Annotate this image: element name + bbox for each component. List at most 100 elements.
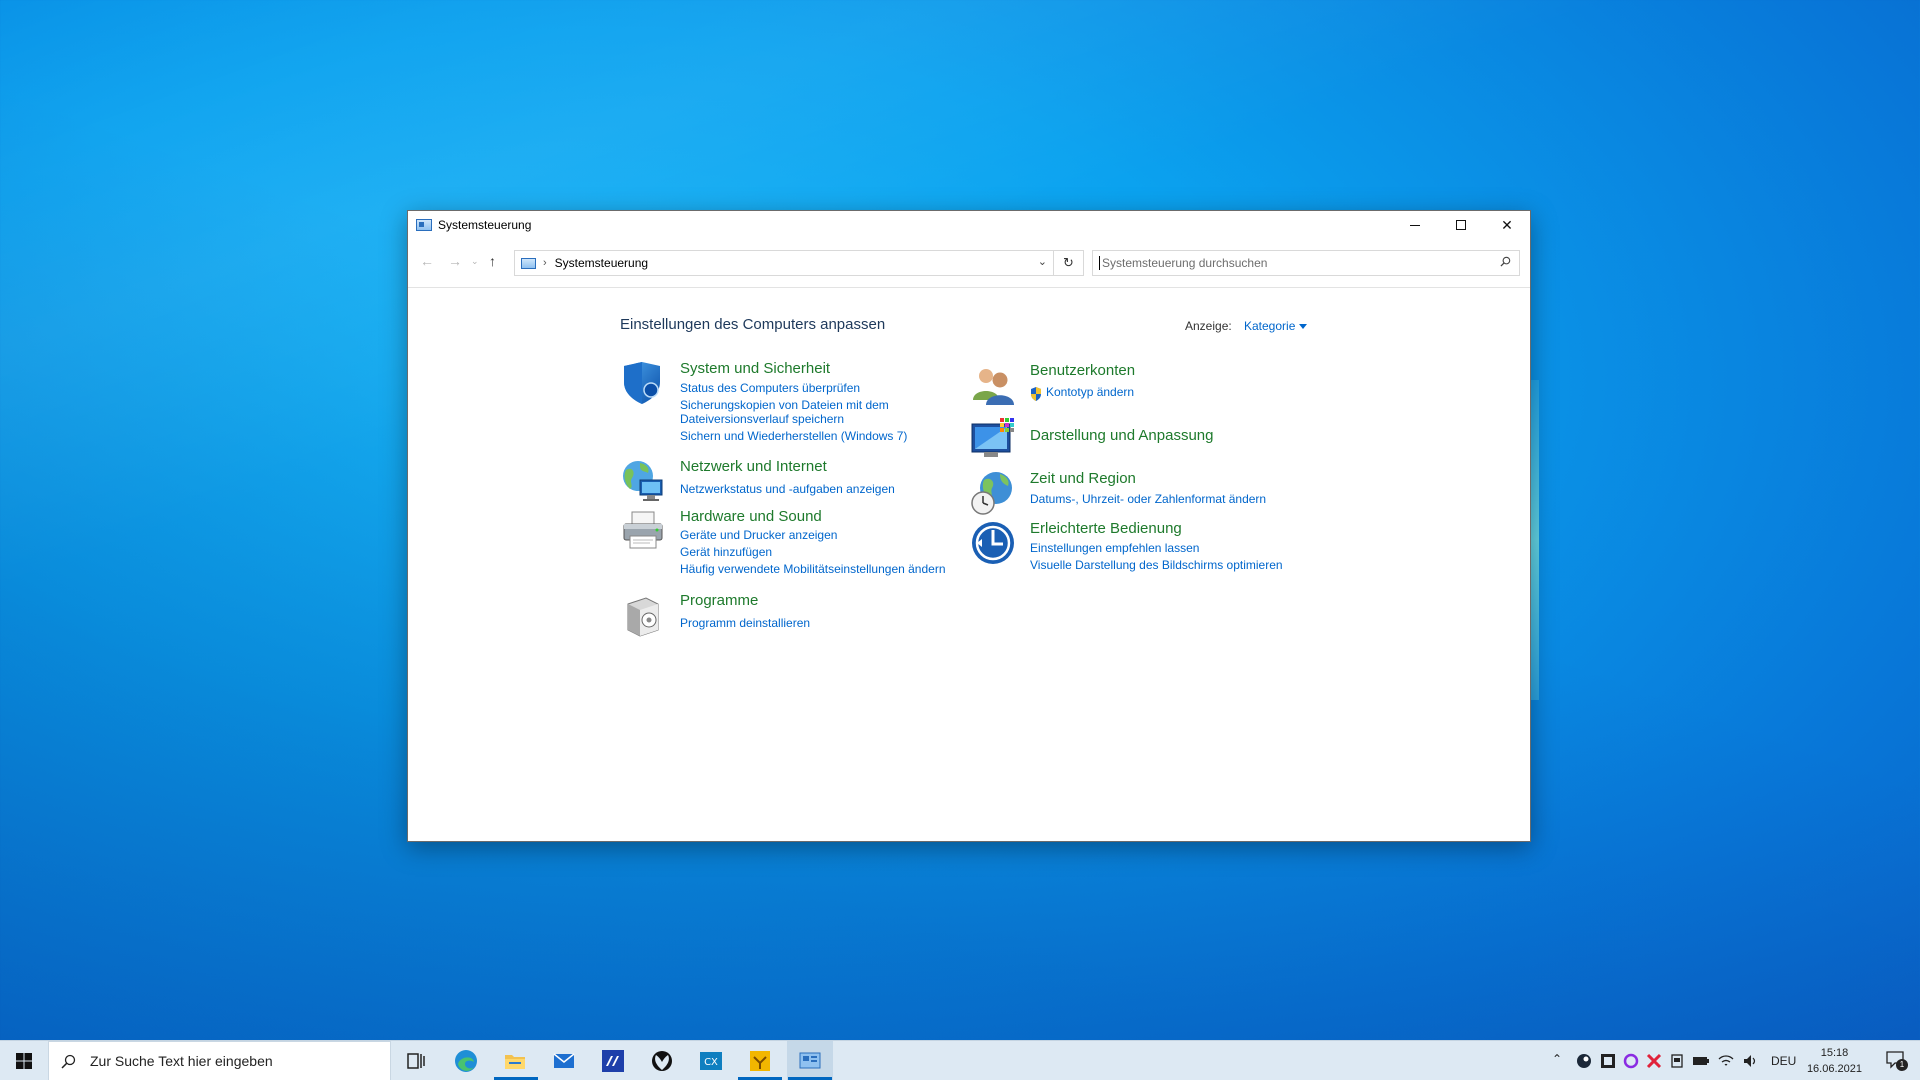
up-button[interactable]: ↑ — [489, 253, 496, 269]
red-tray-icon[interactable] — [1646, 1053, 1662, 1069]
network-globe-icon[interactable] — [620, 458, 666, 504]
notification-center-button[interactable]: 1 — [1886, 1051, 1908, 1071]
forward-button[interactable]: → — [448, 253, 462, 269]
recent-locations-chevron-icon[interactable]: ⌄ — [471, 256, 479, 267]
input-language[interactable]: DEU — [1771, 1054, 1796, 1080]
uac-shield-icon — [1031, 387, 1041, 401]
battery-icon[interactable] — [1692, 1053, 1710, 1069]
cx-app-icon[interactable]: CX — [699, 1049, 723, 1073]
view-by-dropdown[interactable]: Kategorie — [1244, 319, 1308, 333]
category-system-security: System und Sicherheit Status des Compute… — [620, 360, 950, 450]
link-change-account-type[interactable]: Kontotyp ändern — [1046, 385, 1134, 399]
app-blue-icon[interactable] — [601, 1049, 625, 1073]
link-backup-restore[interactable]: Sichern und Wiederherstellen (Windows 7) — [680, 429, 907, 443]
link-add-device[interactable]: Gerät hinzufügen — [680, 545, 772, 559]
file-explorer-icon[interactable] — [503, 1049, 527, 1073]
clock-date[interactable]: 16.06.2021 — [1807, 1061, 1862, 1077]
breadcrumb-systemsteuerung[interactable]: Systemsteuerung — [555, 256, 648, 270]
link-network-status[interactable]: Netzwerkstatus und -aufgaben anzeigen — [680, 482, 895, 496]
ring-tray-icon[interactable] — [1623, 1053, 1639, 1069]
link-date-time-format[interactable]: Datums-, Uhrzeit- oder Zahlenformat ände… — [1030, 492, 1266, 506]
link-devices-printers[interactable]: Geräte und Drucker anzeigen — [680, 528, 837, 542]
refresh-icon: ↻ — [1063, 255, 1074, 270]
windows-logo-icon — [16, 1053, 32, 1069]
device-tray-icon[interactable] — [1669, 1053, 1685, 1069]
time-region-globe-icon[interactable] — [970, 470, 1016, 516]
link-mobility-settings[interactable]: Häufig verwendete Mobilitätseinstellunge… — [680, 562, 946, 576]
minimize-button[interactable] — [1392, 211, 1438, 239]
category-title-user-accounts[interactable]: Benutzerkonten — [1030, 362, 1135, 379]
user-accounts-icon[interactable] — [970, 362, 1016, 408]
ease-of-access-icon[interactable] — [970, 520, 1016, 566]
xbox-icon[interactable] — [650, 1049, 674, 1073]
maximize-button[interactable] — [1438, 211, 1484, 239]
wifi-icon[interactable] — [1718, 1053, 1734, 1069]
taskbar-search[interactable]: Zur Suche Text hier eingeben — [48, 1041, 391, 1080]
window-title: Systemsteuerung — [438, 218, 532, 232]
minimize-icon — [1410, 224, 1420, 226]
page-title: Einstellungen des Computers anpassen — [620, 316, 886, 333]
category-appearance: Darstellung und Anpassung — [970, 416, 1300, 462]
category-network-internet: Netzwerk und Internet Netzwerkstatus und… — [620, 458, 950, 504]
link-optimize-display[interactable]: Visuelle Darstellung des Bildschirms opt… — [1030, 558, 1283, 572]
svg-text:CX: CX — [704, 1057, 718, 1068]
control-panel-taskbar-icon[interactable] — [798, 1049, 822, 1073]
mail-icon[interactable] — [552, 1049, 576, 1073]
category-title-hardware-sound[interactable]: Hardware und Sound — [680, 508, 822, 525]
close-icon: ✕ — [1501, 216, 1513, 233]
tray-app-icon[interactable] — [1600, 1053, 1616, 1069]
close-button[interactable]: ✕ — [1484, 211, 1530, 239]
category-title-ease-of-access[interactable]: Erleichterte Bedienung — [1030, 520, 1182, 537]
search-input[interactable] — [1099, 256, 1479, 270]
appearance-monitor-icon[interactable] — [970, 416, 1016, 462]
clock[interactable]: 15:18 16.06.2021 — [1807, 1045, 1862, 1077]
category-time-region: Zeit und Region Datums-, Uhrzeit- oder Z… — [970, 470, 1300, 516]
category-programs: Programme Programm deinstallieren — [620, 592, 950, 638]
category-ease-of-access: Erleichterte Bedienung Einstellungen emp… — [970, 520, 1300, 572]
link-uninstall-program[interactable]: Programm deinstallieren — [680, 616, 810, 630]
programs-icon[interactable] — [620, 592, 666, 638]
control-panel-window: Systemsteuerung ✕ ← → ⌄ ↑ › Systemsteuer… — [407, 210, 1531, 842]
notification-badge: 1 — [1896, 1059, 1908, 1071]
edge-icon[interactable] — [454, 1049, 478, 1073]
address-dropdown-chevron-icon[interactable]: ⌄ — [1038, 255, 1047, 268]
link-recommend-settings[interactable]: Einstellungen empfehlen lassen — [1030, 541, 1199, 555]
control-panel-icon — [416, 219, 432, 231]
content-area: Einstellungen des Computers anpassen Anz… — [408, 287, 1530, 841]
printer-icon[interactable] — [620, 508, 666, 554]
show-hidden-icons-chevron-icon[interactable]: ⌃ — [1552, 1052, 1562, 1080]
taskbar-search-icon — [61, 1054, 76, 1069]
yellow-app-icon[interactable] — [748, 1049, 772, 1073]
category-title-time-region[interactable]: Zeit und Region — [1030, 470, 1136, 487]
clock-time[interactable]: 15:18 — [1807, 1045, 1862, 1061]
address-row: ← → ⌄ ↑ › Systemsteuerung ⌄ ↻ — [408, 247, 1530, 277]
category-title-system-security[interactable]: System und Sicherheit — [680, 360, 830, 377]
start-button[interactable] — [0, 1041, 48, 1080]
view-by-value[interactable]: Kategorie — [1244, 319, 1295, 333]
link-check-status[interactable]: Status des Computers überprüfen — [680, 381, 860, 395]
search-icon[interactable] — [1500, 256, 1511, 267]
breadcrumb-separator-icon[interactable]: › — [543, 257, 547, 269]
shield-icon[interactable] — [620, 360, 666, 406]
category-user-accounts: Benutzerkonten Kontotyp ändern — [970, 362, 1300, 408]
link-file-history[interactable]: Dateiversionsverlauf speichern — [680, 412, 844, 426]
taskbar-search-placeholder[interactable]: Zur Suche Text hier eingeben — [90, 1053, 273, 1069]
category-title-programs[interactable]: Programme — [680, 592, 758, 609]
window-edge-glow — [1531, 380, 1539, 700]
title-bar[interactable]: Systemsteuerung ✕ — [408, 211, 1530, 239]
task-view-icon[interactable] — [404, 1049, 428, 1073]
back-button[interactable]: ← — [420, 253, 434, 269]
steam-tray-icon[interactable] — [1576, 1053, 1592, 1069]
window-controls: ✕ — [1392, 211, 1530, 239]
category-title-appearance[interactable]: Darstellung und Anpassung — [1030, 427, 1213, 444]
search-box[interactable] — [1092, 250, 1520, 276]
control-panel-small-icon — [521, 257, 536, 269]
caret-down-icon — [1299, 324, 1308, 330]
category-title-network-internet[interactable]: Netzwerk und Internet — [680, 458, 827, 475]
volume-icon[interactable] — [1742, 1053, 1758, 1069]
maximize-icon — [1456, 220, 1466, 230]
view-by-label: Anzeige: — [1185, 319, 1232, 333]
refresh-button[interactable]: ↻ — [1054, 250, 1084, 276]
address-bar[interactable]: › Systemsteuerung ⌄ — [514, 250, 1054, 276]
link-backup-files[interactable]: Sicherungskopien von Dateien mit dem — [680, 398, 889, 412]
